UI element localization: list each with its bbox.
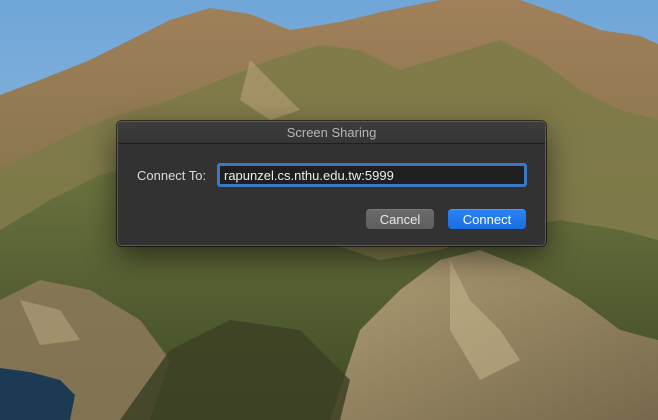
connect-to-label: Connect To: [137,168,207,183]
cancel-button[interactable]: Cancel [366,209,434,229]
desktop: Screen Sharing Connect To: Cancel Connec… [0,0,658,420]
dialog-title: Screen Sharing [118,122,545,144]
connect-row: Connect To: [118,163,545,187]
screen-sharing-dialog: Screen Sharing Connect To: Cancel Connec… [117,121,546,246]
address-input[interactable] [217,163,527,187]
connect-button[interactable]: Connect [448,209,526,229]
